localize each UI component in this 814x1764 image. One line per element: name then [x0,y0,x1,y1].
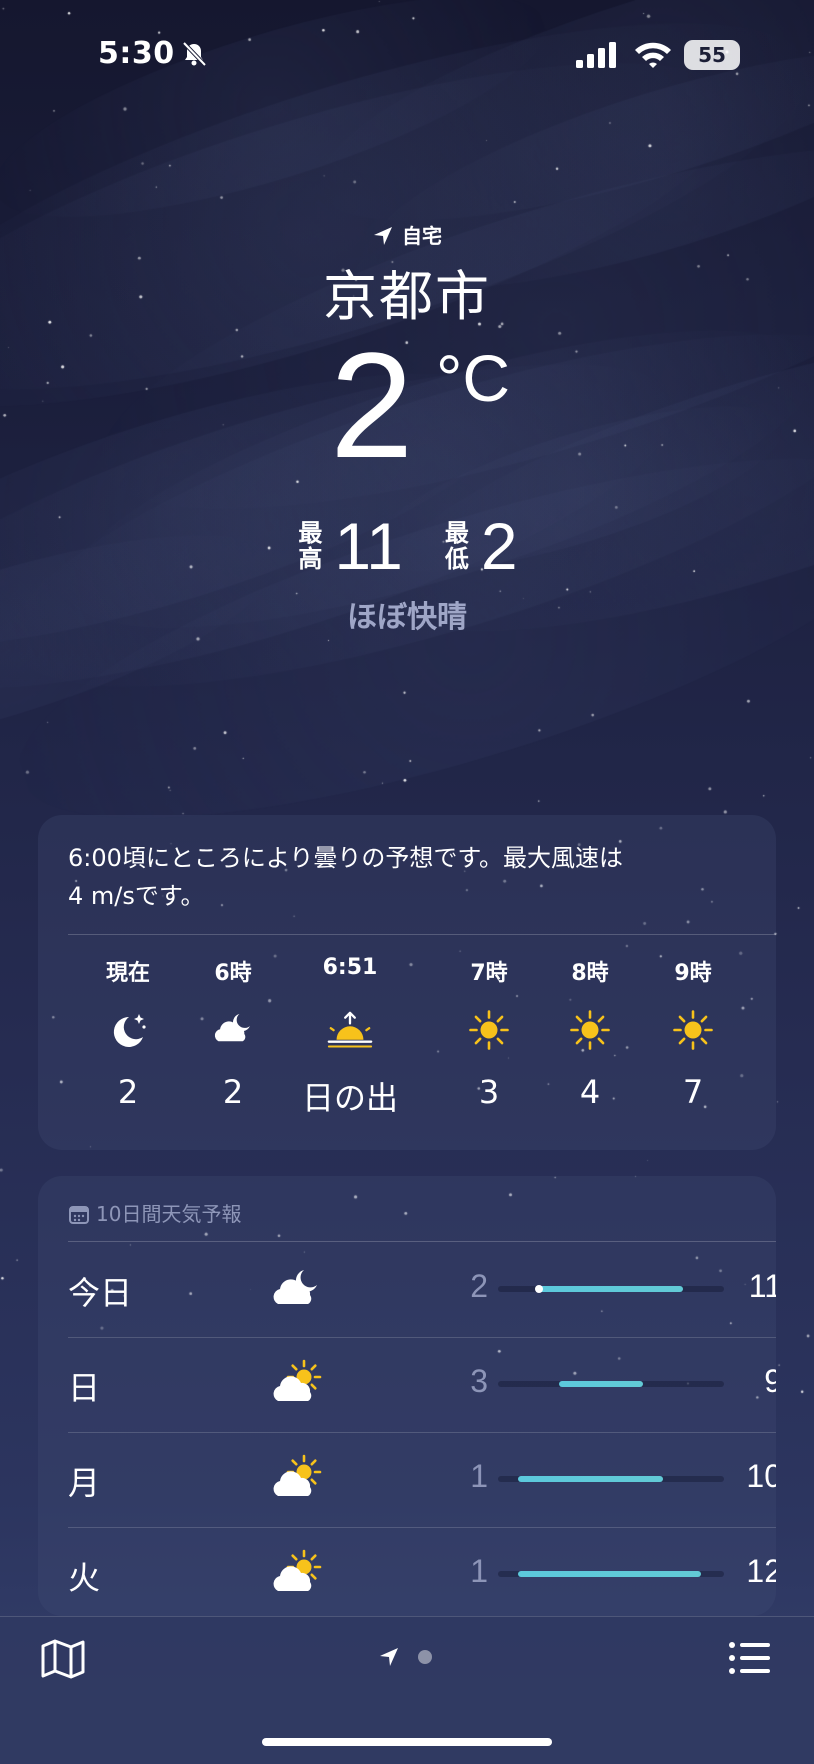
high-temp: 10 [746,1458,776,1494]
sun-behind-cloud-icon [270,1549,322,1597]
hour-value: 3 [478,1073,500,1111]
location-arrow-icon [374,227,392,245]
summary-line: 4 m/sです。 [68,882,205,910]
hour-label: 6:51 [322,955,378,980]
hour-label: 10 [748,955,776,985]
high-temperature: 11 [334,509,403,583]
ten-day-forecast-card[interactable]: 10日間天気予報 今日 2 11 日 3 9 月 1 10 火 1 12 [38,1176,776,1616]
low-temp: 1 [470,1458,488,1494]
hour-item: 9時 7 [643,955,743,1111]
high-temp: 9 [764,1363,776,1399]
sun-behind-cloud-icon [270,1454,322,1502]
hour-label: 9時 [674,961,712,986]
hour-item: 10 8 [748,955,776,1111]
hour-value: 2 [117,1073,139,1111]
hourly-forecast-card[interactable]: 6:00頃にところにより曇りの予想です。最大風速は 4 m/sです。 現在 2 6時… [38,815,776,1150]
low-temp: 1 [470,1553,488,1589]
temperature-range-bar [498,1571,724,1577]
sun-icon [672,1009,714,1051]
hour-label: 7時 [470,961,508,986]
sun-behind-cloud-icon [270,1359,322,1407]
summary-line: 6:00頃にところにより曇りの予想です。最大風速は [68,844,624,872]
sun-icon [569,1009,611,1051]
hour-value: 4 [579,1073,601,1111]
wifi-icon [635,42,671,68]
bell-slash-icon [182,41,207,67]
daily-row[interactable]: 火 1 12 [38,1527,776,1616]
forecast-summary: 6:00頃にところにより曇りの予想です。最大風速は 4 m/sです。 [68,839,708,915]
high-label: 最高 [298,519,323,573]
day-label: 日 [68,1369,101,1407]
low-label: 最低 [444,519,469,573]
low-temperature: 2 [480,509,518,583]
hour-label: 6時 [214,961,252,986]
hour-label: 8時 [571,961,609,986]
daily-row[interactable]: 日 3 9 [38,1337,776,1432]
battery-indicator: 55 [684,40,740,70]
low-temp: 2 [470,1268,488,1304]
location-row: 自宅 [0,220,814,249]
temperature-range-fill [538,1286,684,1292]
sun-icon [468,1009,510,1051]
hour-label: 現在 [105,961,150,986]
hour-value: 日の出 [301,1079,398,1117]
daily-row[interactable]: 今日 2 11 [38,1242,776,1337]
current-temp-marker [534,1285,543,1293]
high-low-row: 最高 11 最低 2 [0,508,814,584]
hour-value: 8 [748,1073,776,1111]
divider [68,934,776,935]
temperature-range-fill [518,1476,663,1482]
high-temp: 12 [746,1553,776,1589]
weather-condition: ほぼ快晴 [347,600,467,635]
ten-day-header: 10日間天気予報 [68,1198,241,1227]
hour-item: 7時 3 [439,955,539,1111]
ten-day-title: 10日間天気予報 [96,1202,242,1226]
page-indicator-dot[interactable] [418,1650,432,1664]
temperature-range-bar [498,1381,724,1387]
hour-value: 2 [222,1073,244,1111]
day-label: 火 [68,1559,101,1597]
hour-item: 6時 2 [183,955,283,1111]
location-label: 自宅 [402,224,442,248]
temperature-unit: °C [436,341,511,415]
low-temp: 3 [470,1363,488,1399]
day-label: 月 [68,1464,101,1502]
daily-row[interactable]: 月 1 10 [38,1432,776,1527]
moon-stars-icon [107,1009,149,1051]
temperature-range-bar [498,1476,724,1482]
hour-item: 6:51 日の出 [300,955,400,1119]
hour-value: 7 [682,1073,704,1111]
current-location-page-icon[interactable] [378,1646,400,1668]
hour-item: 8時 4 [540,955,640,1111]
cellular-signal-icon [576,42,616,68]
day-label: 今日 [68,1274,133,1312]
cloud-moon-icon [270,1264,322,1312]
list-icon[interactable] [728,1640,772,1676]
temperature-range-fill [559,1381,643,1387]
sunrise-icon [325,1009,375,1051]
hour-item: 現在 2 [78,955,178,1111]
map-icon[interactable] [40,1638,86,1680]
high-temp: 11 [748,1268,776,1304]
temperature-range-fill [518,1571,702,1577]
status-time: 5:30 [98,36,175,71]
calendar-icon [69,1206,89,1224]
hourly-scroll[interactable]: 現在 2 6時 2 6:51 日の出 7時 3 8時 4 9時 7 10 8 [38,955,776,1135]
cloud-moon-icon [212,1009,254,1051]
city-name: 京都市 [323,265,491,328]
current-temperature: 2 [330,321,414,489]
temperature-range-bar [498,1285,724,1293]
home-indicator[interactable] [262,1738,552,1746]
